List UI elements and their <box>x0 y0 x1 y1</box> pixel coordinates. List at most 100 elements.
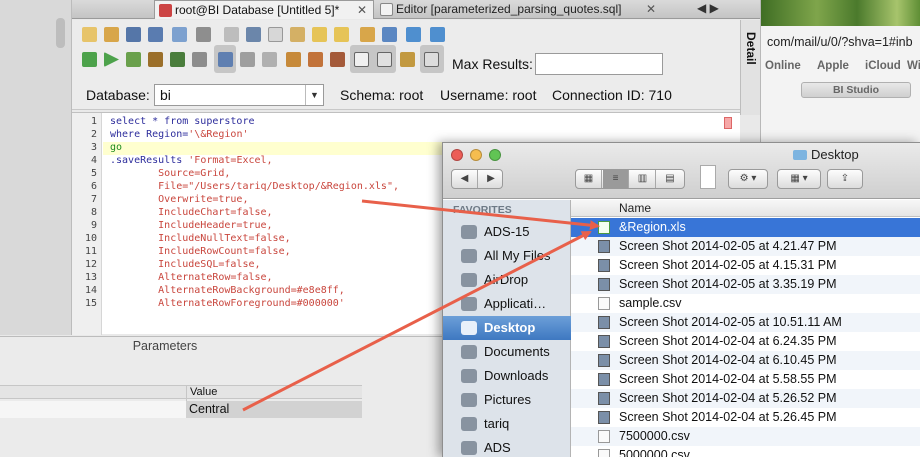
undo-icon[interactable] <box>312 27 327 42</box>
file-row[interactable]: Screen Shot 2014-02-05 at 4.15.31 PM <box>571 256 920 275</box>
sidebar-item-ads[interactable]: ADS <box>443 436 571 457</box>
sidebar-item-downloads[interactable]: Downloads <box>443 364 571 388</box>
find-icon[interactable] <box>382 27 397 42</box>
database-select[interactable]: bi ▼ <box>154 84 324 106</box>
coverflow-view-icon[interactable]: ▤ <box>657 170 683 188</box>
paste-icon[interactable] <box>290 27 305 42</box>
file-row[interactable]: 5000000.csv <box>571 446 920 457</box>
file-row[interactable]: sample.csv <box>571 294 920 313</box>
redo-icon[interactable] <box>334 27 349 42</box>
close-window-button[interactable] <box>451 149 463 161</box>
parameter-value-cell[interactable]: Central <box>186 401 362 418</box>
file-row[interactable]: 7500000.csv <box>571 427 920 446</box>
tab-scroll-arrows[interactable]: ◀ ▶ <box>697 1 719 15</box>
arrange-button[interactable]: ▦ ▾ <box>777 169 821 189</box>
execute-all-icon[interactable] <box>82 52 97 67</box>
cut-icon[interactable] <box>246 27 261 42</box>
bookmark-apple[interactable]: Apple <box>817 60 849 76</box>
file-row[interactable]: &Region.xls <box>571 218 920 237</box>
code-line[interactable]: IncludeChart=false, <box>110 207 272 218</box>
file-row[interactable]: Screen Shot 2014-02-04 at 6.10.45 PM <box>571 351 920 370</box>
file-row[interactable]: Screen Shot 2014-02-05 at 10.51.11 AM <box>571 313 920 332</box>
sidebar-item-pictures[interactable]: Pictures <box>443 388 571 412</box>
code-line[interactable]: AlternateRowForeground=#000000' <box>110 298 345 309</box>
commit-icon[interactable] <box>240 52 255 67</box>
sidebar-item-desktop[interactable]: Desktop <box>443 316 571 340</box>
sidebar-item-documents[interactable]: Documents <box>443 340 571 364</box>
bookmark-wi[interactable]: Wi <box>907 60 920 76</box>
new-file-icon[interactable] <box>82 27 97 42</box>
code-line[interactable]: .saveResults 'Format=Excel, <box>110 155 273 166</box>
code-line[interactable]: File="/Users/tariq/Desktop/&Region.xls", <box>110 181 399 192</box>
results-tabs-icon[interactable] <box>377 52 392 67</box>
code-line[interactable]: IncludeSQL=false, <box>110 259 260 270</box>
file-row[interactable]: Screen Shot 2014-02-04 at 5.26.52 PM <box>571 389 920 408</box>
open-file-icon[interactable] <box>104 27 119 42</box>
close-tab-icon[interactable]: ✕ <box>646 0 656 19</box>
code-line[interactable]: IncludeHeader=true, <box>110 220 272 231</box>
sidebar-item-all-my-files[interactable]: All My Files <box>443 244 571 268</box>
address-bar-url[interactable]: com/mail/u/0/?shva=1#inb <box>767 35 913 49</box>
file-row[interactable]: Screen Shot 2014-02-04 at 5.58.55 PM <box>571 370 920 389</box>
sidebar-item-ads-15[interactable]: ADS-15 <box>443 220 571 244</box>
results-text-icon[interactable] <box>400 52 415 67</box>
code-line[interactable]: select * from superstore <box>110 116 255 127</box>
sidebar-item-applicati[interactable]: Applicati… <box>443 292 571 316</box>
execute-current-icon[interactable] <box>126 52 141 67</box>
action-gear-button[interactable]: ⚙ ▾ <box>728 169 768 189</box>
code-line[interactable]: go <box>110 142 122 153</box>
file-row[interactable]: Screen Shot 2014-02-04 at 5.26.45 PM <box>571 408 920 427</box>
file-row[interactable]: Screen Shot 2014-02-05 at 4.21.47 PM <box>571 237 920 256</box>
icon-view-icon[interactable]: ▦ <box>576 170 602 188</box>
auto-commit-icon[interactable] <box>218 52 233 67</box>
name-column-header[interactable]: Name <box>571 200 920 217</box>
code-line[interactable]: Overwrite=true, <box>110 194 248 205</box>
close-tab-icon[interactable]: ✕ <box>357 1 367 20</box>
back-button[interactable]: ◀ <box>452 170 478 188</box>
max-results-input[interactable] <box>535 53 663 75</box>
close-file-icon[interactable] <box>172 27 187 42</box>
find-replace-icon[interactable] <box>406 27 421 42</box>
browser-tab-bi-studio[interactable]: BI Studio <box>801 82 911 98</box>
stop-icon[interactable] <box>192 52 207 67</box>
file-row[interactable]: Screen Shot 2014-02-04 at 6.24.35 PM <box>571 332 920 351</box>
format-icon[interactable] <box>360 27 375 42</box>
explain-plan-icon[interactable] <box>148 52 163 67</box>
sidebar-item-tariq[interactable]: tariq <box>443 412 571 436</box>
code-line[interactable]: where Region='\&Region' <box>110 129 249 140</box>
text-case-icon[interactable] <box>430 27 445 42</box>
code-line[interactable]: Source=Grid, <box>110 168 230 179</box>
history-forward-icon[interactable] <box>308 52 323 67</box>
file-row[interactable]: Screen Shot 2014-02-05 at 3.35.19 PM <box>571 275 920 294</box>
share-button[interactable]: ⇪ <box>827 169 863 189</box>
print-icon[interactable] <box>196 27 211 42</box>
code-line[interactable]: IncludeNullText=false, <box>110 233 290 244</box>
select-icon[interactable] <box>224 27 239 42</box>
save-icon[interactable] <box>126 27 141 42</box>
chevron-down-icon[interactable]: ▼ <box>305 85 323 105</box>
minimize-window-button[interactable] <box>470 149 482 161</box>
tab-editor-sql[interactable]: Editor [parameterized_parsing_quotes.sql… <box>376 0 662 19</box>
code-line[interactable]: AlternateRow=false, <box>110 272 272 283</box>
tab-database-untitled[interactable]: root@BI Database [Untitled 5]* ✕ <box>154 0 374 19</box>
history-icon[interactable] <box>330 52 345 67</box>
error-marker[interactable] <box>724 117 732 129</box>
history-back-icon[interactable] <box>286 52 301 67</box>
execute-icon[interactable] <box>104 52 119 67</box>
results-grid-icon[interactable] <box>354 52 369 67</box>
save-as-icon[interactable] <box>148 27 163 42</box>
copy-icon[interactable] <box>268 27 283 42</box>
append-results-icon[interactable] <box>424 52 439 67</box>
step-icon[interactable] <box>170 52 185 67</box>
rollback-icon[interactable] <box>262 52 277 67</box>
detail-panel-tab[interactable]: Detail <box>740 20 760 115</box>
list-view-icon[interactable]: ≡ <box>603 170 629 188</box>
object-browser-scrollbar[interactable] <box>56 18 65 48</box>
bookmark-icloud[interactable]: iCloud <box>865 60 901 76</box>
forward-button[interactable]: ▶ <box>478 170 504 188</box>
bookmark-online[interactable]: Online <box>765 60 801 76</box>
code-line[interactable]: IncludeRowCount=false, <box>110 246 290 257</box>
zoom-window-button[interactable] <box>489 149 501 161</box>
sidebar-item-airdrop[interactable]: AirDrop <box>443 268 571 292</box>
column-view-icon[interactable]: ▥ <box>630 170 656 188</box>
